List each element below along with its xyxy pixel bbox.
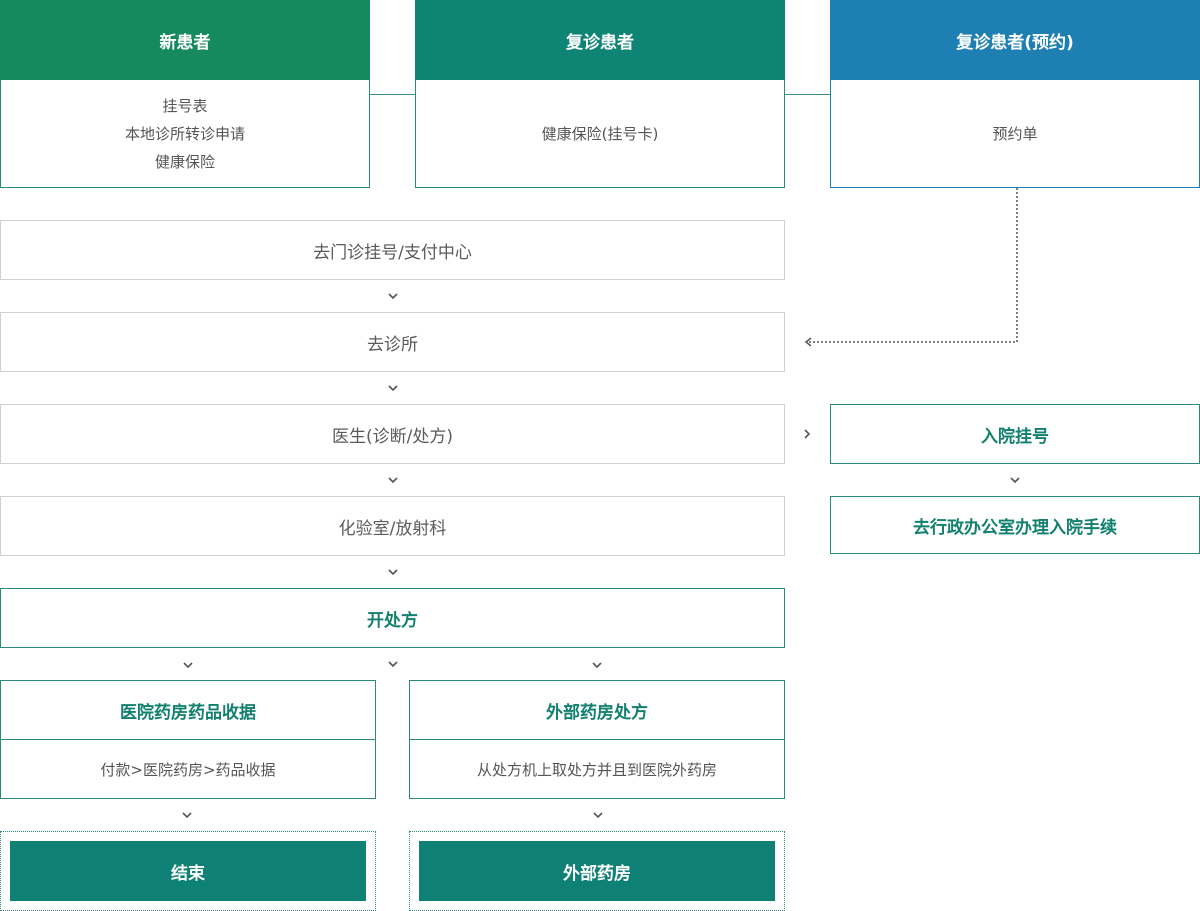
new-patient-line-3: 健康保险 xyxy=(154,152,215,171)
step-clinic: 去诊所 xyxy=(0,312,785,372)
new-patient-line-1: 挂号表 xyxy=(162,96,208,115)
chevron-down-icon xyxy=(388,477,398,484)
hospital-pharmacy-header: 医院药房药品收据 xyxy=(0,680,376,740)
new-patient-title: 新患者 xyxy=(159,32,211,53)
reservation-dotted-connector xyxy=(804,188,1018,347)
chevron-down-icon xyxy=(183,662,193,669)
external-pharmacy-body: 从处方机上取处方并且到医院外药房 xyxy=(409,740,785,799)
end-box-external-label: 外部药房 xyxy=(563,863,631,884)
chevron-down-icon xyxy=(592,662,602,669)
chevron-down-icon xyxy=(388,569,398,576)
chevron-down-icon xyxy=(593,812,603,819)
external-pharmacy-desc: 从处方机上取处方并且到医院外药房 xyxy=(476,760,717,779)
end-box-hospital-label: 结束 xyxy=(171,863,205,884)
return-patient-header: 复诊患者 xyxy=(415,0,785,80)
end-box-external: 外部药房 xyxy=(419,841,775,901)
new-patient-body: 挂号表 本地诊所转诊申请 健康保险 xyxy=(0,80,370,188)
new-patient-line-2: 本地诊所转诊申请 xyxy=(124,124,245,143)
reservation-patient-line-1: 预约单 xyxy=(992,124,1038,143)
return-patient-body: 健康保险(挂号卡) xyxy=(415,80,785,188)
step-doctor: 医生(诊断/处方) xyxy=(0,404,785,464)
reservation-patient-body: 预约单 xyxy=(830,80,1200,188)
hospital-pharmacy-title: 医院药房药品收据 xyxy=(120,702,256,723)
chevron-down-icon xyxy=(388,293,398,300)
connector-line-2 xyxy=(785,94,830,95)
end-box-hospital: 结束 xyxy=(10,841,366,901)
external-pharmacy-header: 外部药房处方 xyxy=(409,680,785,740)
step-lab-label: 化验室/放射科 xyxy=(338,518,447,539)
step-registration-label: 去门诊挂号/支付中心 xyxy=(313,242,472,263)
hospital-pharmacy-desc: 付款>医院药房>药品收据 xyxy=(100,760,276,779)
reservation-patient-title: 复诊患者(预约) xyxy=(956,32,1074,53)
admission-register: 入院挂号 xyxy=(830,404,1200,464)
chevron-down-icon xyxy=(1010,477,1020,484)
admission-office-label: 去行政办公室办理入院手续 xyxy=(913,517,1117,538)
connector-line-1 xyxy=(370,94,415,95)
return-patient-title: 复诊患者 xyxy=(566,32,634,53)
step-prescription: 开处方 xyxy=(0,588,785,648)
step-clinic-label: 去诊所 xyxy=(367,334,418,355)
new-patient-header: 新患者 xyxy=(0,0,370,80)
hospital-pharmacy-body: 付款>医院药房>药品收据 xyxy=(0,740,376,799)
admission-office: 去行政办公室办理入院手续 xyxy=(830,496,1200,554)
step-lab: 化验室/放射科 xyxy=(0,496,785,556)
admission-register-label: 入院挂号 xyxy=(981,426,1049,447)
chevron-down-icon xyxy=(182,812,192,819)
step-doctor-label: 医生(诊断/处方) xyxy=(332,426,453,447)
step-registration: 去门诊挂号/支付中心 xyxy=(0,220,785,280)
chevron-down-icon xyxy=(388,385,398,392)
return-patient-line-1: 健康保险(挂号卡) xyxy=(541,124,659,143)
step-prescription-label: 开处方 xyxy=(367,610,418,631)
chevron-down-icon xyxy=(388,661,398,668)
chevron-right-icon xyxy=(804,429,811,439)
reservation-patient-header: 复诊患者(预约) xyxy=(830,0,1200,80)
external-pharmacy-title: 外部药房处方 xyxy=(546,702,648,723)
